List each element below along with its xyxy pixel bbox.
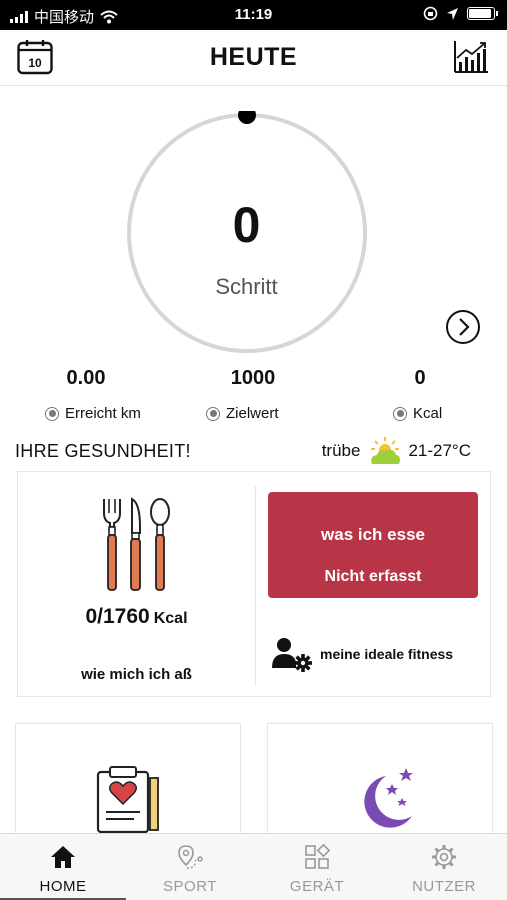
radio-icon bbox=[393, 406, 407, 421]
home-icon bbox=[51, 846, 75, 868]
kcal-stat-label: Kcal bbox=[393, 405, 442, 422]
radio-icon bbox=[206, 406, 220, 421]
goal-stat-label: Zielwert bbox=[206, 405, 279, 422]
log-food-button[interactable]: was ich esse Nicht erfasst bbox=[268, 492, 478, 598]
nutrition-card: 0/1760 Kcal wie mich ich aß was ich esse … bbox=[17, 471, 491, 697]
weather-condition: trübe bbox=[321, 441, 361, 460]
tab-user[interactable]: NUTZER bbox=[381, 834, 507, 900]
tab-device[interactable]: GERÄT bbox=[254, 834, 380, 900]
bottom-tab-bar: HOME SPORT GERÄT NUTZER bbox=[0, 833, 507, 900]
route-icon bbox=[178, 845, 203, 869]
distance-stat-label: Erreicht km bbox=[45, 405, 141, 422]
progress-knob bbox=[238, 111, 256, 124]
location-icon bbox=[447, 7, 458, 20]
kcal-value: 0 bbox=[414, 367, 426, 389]
sleep-card[interactable] bbox=[267, 723, 493, 833]
step-count: 0 bbox=[232, 197, 261, 253]
tab-home-label: HOME bbox=[39, 878, 87, 895]
weather-widget: trübe 21-27°C bbox=[322, 436, 471, 466]
goal-value: 1000 bbox=[230, 367, 276, 389]
card-divider bbox=[255, 486, 256, 686]
kcal-intake: 0/1760 Kcal bbox=[18, 605, 255, 629]
kcal-intake-unit: Kcal bbox=[153, 610, 188, 627]
chevron-right-icon[interactable] bbox=[445, 309, 481, 345]
kcal-label: Kcal bbox=[413, 405, 443, 422]
tab-sport-label: SPORT bbox=[163, 878, 217, 895]
tab-device-label: GERÄT bbox=[289, 878, 345, 895]
distance-value: 0.00 bbox=[66, 367, 106, 389]
step-label: Schritt bbox=[215, 274, 278, 299]
cloudy-sun-icon bbox=[371, 437, 401, 464]
clipboard-heart-icon bbox=[96, 766, 159, 833]
tab-sport[interactable]: SPORT bbox=[127, 834, 253, 900]
orientation-lock-icon bbox=[423, 6, 438, 21]
health-title: IHRE GESUNDHEIT! bbox=[15, 441, 191, 461]
kcal-intake-value: 0/1760 bbox=[85, 605, 150, 628]
health-report-card[interactable] bbox=[15, 723, 241, 833]
tab-user-label: NUTZER bbox=[412, 878, 476, 895]
moon-stars-icon bbox=[364, 768, 413, 828]
chart-icon[interactable] bbox=[453, 40, 489, 74]
battery-icon bbox=[467, 7, 498, 20]
ideal-fitness-link[interactable]: meine ideale fitness bbox=[270, 636, 453, 672]
radio-icon bbox=[45, 406, 59, 421]
goal-label: Zielwert bbox=[226, 405, 279, 422]
log-food-status: Nicht erfasst bbox=[324, 568, 422, 585]
page-title: HEUTE bbox=[209, 43, 298, 71]
gear-icon bbox=[432, 845, 456, 869]
distance-label: Erreicht km bbox=[65, 405, 141, 422]
tab-home[interactable]: HOME bbox=[0, 834, 126, 900]
ideal-fitness-label: meine ideale fitness bbox=[320, 646, 454, 662]
meal-history-link[interactable]: wie mich ich aß bbox=[18, 666, 255, 683]
log-food-title: was ich esse bbox=[321, 525, 425, 544]
device-icon bbox=[305, 844, 330, 869]
weather-temperature: 21-27°C bbox=[408, 441, 471, 460]
cutlery-icon bbox=[103, 497, 170, 591]
app-header: 10 HEUTE bbox=[0, 30, 507, 86]
status-bar: 中国移动 11:19 bbox=[0, 0, 507, 30]
user-settings-icon bbox=[272, 638, 312, 672]
